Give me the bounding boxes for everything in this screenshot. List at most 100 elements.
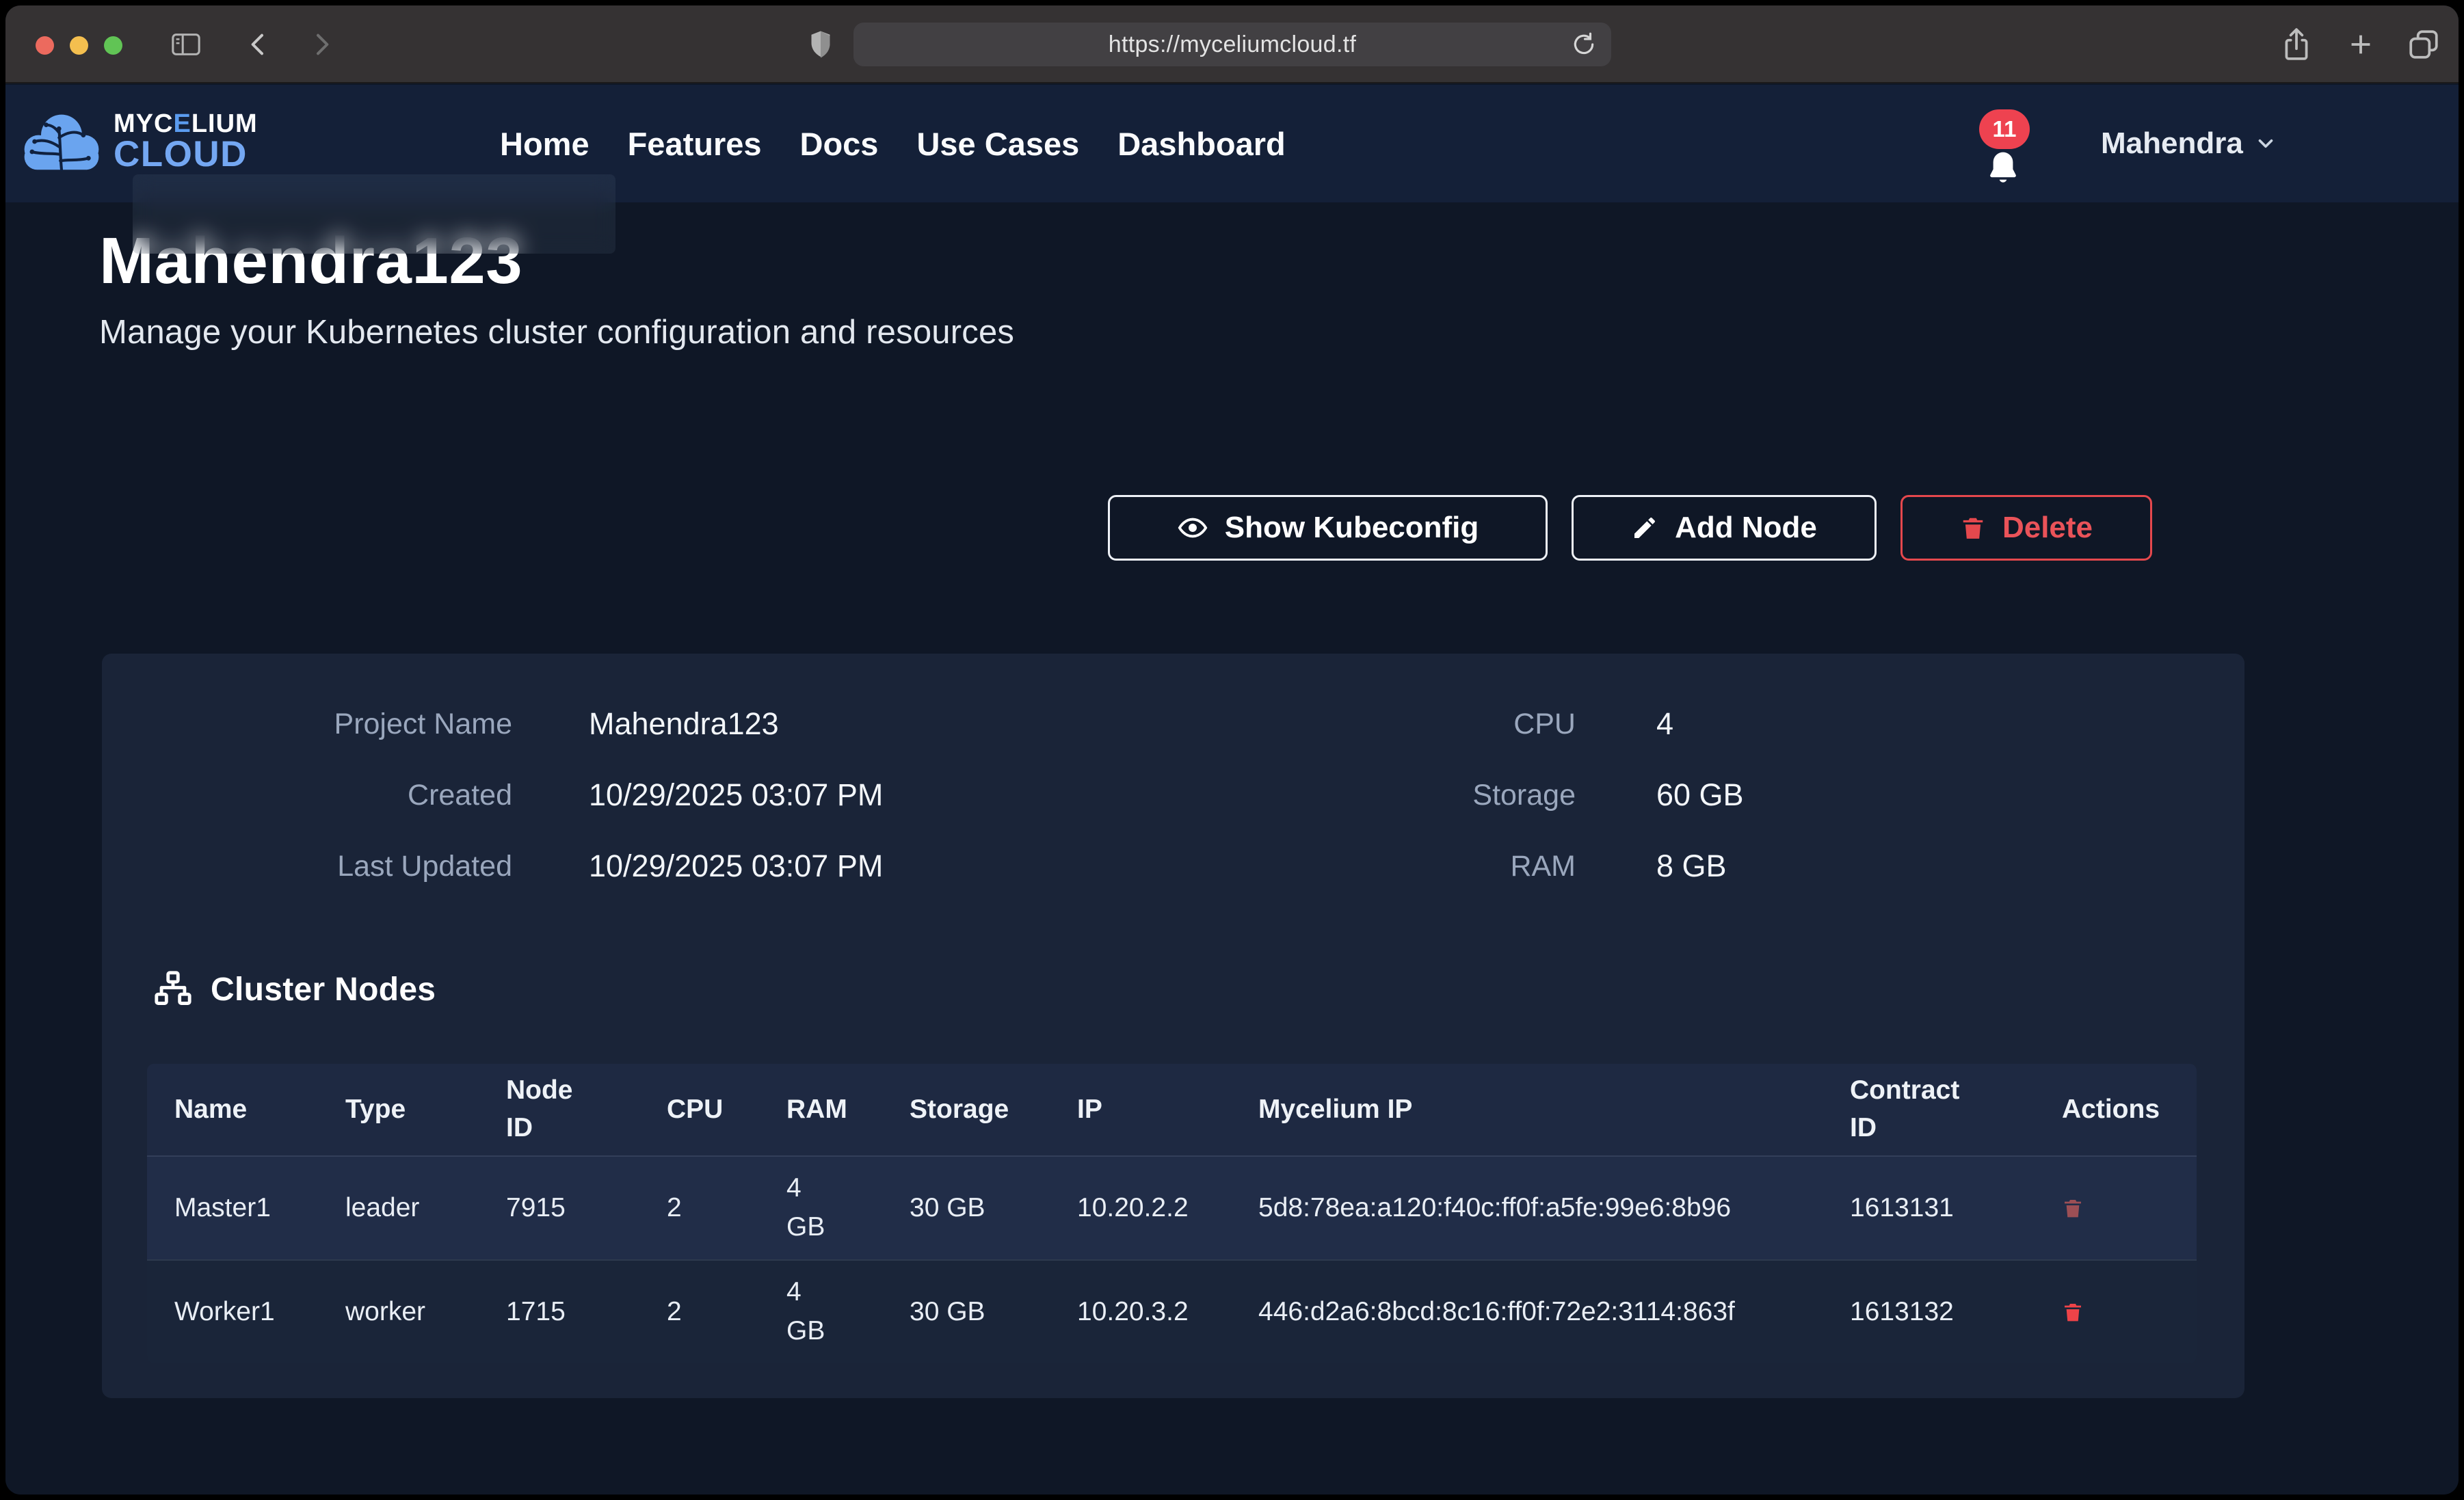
delete-node-button[interactable] bbox=[2062, 1299, 2084, 1325]
privacy-shield-icon bbox=[803, 5, 838, 83]
cluster-nodes-icon bbox=[153, 969, 193, 1009]
nav-link-docs[interactable]: Docs bbox=[800, 125, 879, 163]
new-tab-button[interactable] bbox=[2340, 5, 2381, 83]
col-header-ram: RAM bbox=[759, 1064, 882, 1155]
cell-ip: 10.20.2.2 bbox=[1050, 1157, 1231, 1259]
cell-mycelium-ip: 5d8:78ea:a120:f40c:ff0f:a5fe:99e6:8b96 bbox=[1231, 1157, 1823, 1259]
notification-badge: 11 bbox=[1979, 109, 2030, 149]
share-icon bbox=[2279, 25, 2314, 64]
mycelium-cloud-logo-icon bbox=[21, 109, 103, 174]
close-window-button[interactable] bbox=[36, 36, 54, 55]
delete-node-button[interactable] bbox=[2062, 1195, 2084, 1221]
pencil-icon bbox=[1631, 514, 1658, 541]
zoom-window-button[interactable] bbox=[104, 36, 122, 55]
back-icon bbox=[245, 31, 272, 58]
page-subtitle: Manage your Kubernetes cluster configura… bbox=[99, 313, 1014, 351]
cluster-info-grid: Project Name Mahendra123 CPU 4 Created 1… bbox=[102, 688, 2191, 902]
cell-node-id: 7915 bbox=[479, 1157, 639, 1259]
tab-overview-button[interactable] bbox=[2402, 5, 2446, 83]
brand-line-cloud: CLOUD bbox=[114, 136, 258, 172]
col-header-node-id: Node ID bbox=[479, 1064, 639, 1155]
cell-ip: 10.20.3.2 bbox=[1050, 1261, 1231, 1363]
nav-link-dashboard[interactable]: Dashboard bbox=[1117, 125, 1286, 163]
cluster-nodes-table: Name Type Node ID CPU RAM Storage IP Myc… bbox=[147, 1064, 2197, 1363]
cell-name: Worker1 bbox=[147, 1261, 318, 1363]
sidebar-toggle-button[interactable] bbox=[167, 5, 205, 83]
col-header-contract-id: Contract ID bbox=[1823, 1064, 2035, 1155]
info-label: Project Name bbox=[102, 688, 512, 760]
chevron-down-icon bbox=[2254, 132, 2277, 155]
cell-ram: 4 GB bbox=[759, 1261, 882, 1363]
info-label: Created bbox=[102, 760, 512, 831]
col-header-ip: IP bbox=[1050, 1064, 1231, 1155]
cell-mycelium-ip: 446:d2a6:8bcd:8c16:ff0f:72e2:3114:863f bbox=[1231, 1261, 1823, 1363]
info-value-project-name: Mahendra123 bbox=[512, 688, 1128, 760]
delete-cluster-button[interactable]: Delete bbox=[1900, 495, 2152, 561]
trash-icon bbox=[2062, 1195, 2084, 1221]
back-button[interactable] bbox=[241, 5, 276, 83]
col-header-storage: Storage bbox=[882, 1064, 1050, 1155]
col-header-name: Name bbox=[147, 1064, 318, 1155]
nav-link-features[interactable]: Features bbox=[628, 125, 762, 163]
reload-button[interactable] bbox=[1569, 29, 1599, 59]
notifications-button[interactable]: 11 bbox=[1975, 109, 2057, 197]
table-row: Master1 leader 7915 2 4 GB 30 GB 10.20.2… bbox=[147, 1155, 2197, 1259]
browser-titlebar: https://myceliumcloud.tf bbox=[5, 5, 2459, 83]
info-label: Last Updated bbox=[102, 831, 512, 902]
cell-actions bbox=[2035, 1261, 2197, 1363]
info-value-created: 10/29/2025 03:07 PM bbox=[512, 760, 1128, 831]
bell-icon bbox=[1984, 149, 2022, 189]
brand-logo[interactable]: MYCELIUM CLOUD bbox=[21, 109, 258, 174]
brand-e-mark: E bbox=[173, 109, 191, 138]
user-menu[interactable]: Mahendra bbox=[2101, 85, 2277, 202]
user-name: Mahendra bbox=[2101, 126, 2243, 161]
show-kubeconfig-button[interactable]: Show Kubeconfig bbox=[1108, 495, 1548, 561]
cell-ram: 4 GB bbox=[759, 1157, 882, 1259]
nav-link-home[interactable]: Home bbox=[500, 125, 589, 163]
minimize-window-button[interactable] bbox=[70, 36, 88, 55]
tab-overview-icon bbox=[2407, 27, 2441, 62]
url-text: https://myceliumcloud.tf bbox=[1109, 31, 1356, 58]
col-header-mycelium-ip: Mycelium IP bbox=[1231, 1064, 1823, 1155]
cell-storage: 30 GB bbox=[882, 1261, 1050, 1363]
info-value-storage: 60 GB bbox=[1576, 760, 2191, 831]
col-header-actions: Actions bbox=[2035, 1064, 2197, 1155]
trash-icon bbox=[1960, 515, 1986, 541]
web-page: Mahendra123 bbox=[5, 85, 2459, 1495]
share-button[interactable] bbox=[2275, 5, 2318, 83]
brand-wordmark: MYCELIUM CLOUD bbox=[114, 111, 258, 173]
add-node-button[interactable]: Add Node bbox=[1572, 495, 1877, 561]
reload-icon bbox=[1571, 31, 1597, 57]
cell-contract-id: 1613131 bbox=[1823, 1157, 2035, 1259]
cell-storage: 30 GB bbox=[882, 1157, 1050, 1259]
blur-overlay bbox=[133, 174, 615, 254]
sidebar-toggle-icon bbox=[170, 31, 202, 58]
eye-icon bbox=[1177, 512, 1208, 544]
info-label: CPU bbox=[1128, 688, 1576, 760]
cell-contract-id: 1613132 bbox=[1823, 1261, 2035, 1363]
info-value-cpu: 4 bbox=[1576, 688, 2191, 760]
cluster-nodes-title: Cluster Nodes bbox=[211, 971, 436, 1008]
col-header-type: Type bbox=[318, 1064, 479, 1155]
cluster-details-card: Project Name Mahendra123 CPU 4 Created 1… bbox=[102, 654, 2244, 1398]
cluster-nodes-header: Cluster Nodes bbox=[153, 969, 436, 1009]
nav-links: Home Features Docs Use Cases Dashboard bbox=[500, 85, 1286, 202]
cell-cpu: 2 bbox=[639, 1157, 759, 1259]
info-label: RAM bbox=[1128, 831, 1576, 902]
cell-name: Master1 bbox=[147, 1157, 318, 1259]
table-row: Worker1 worker 1715 2 4 GB 30 GB 10.20.3… bbox=[147, 1259, 2197, 1363]
col-header-cpu: CPU bbox=[639, 1064, 759, 1155]
info-value-ram: 8 GB bbox=[1576, 831, 2191, 902]
address-bar[interactable]: https://myceliumcloud.tf bbox=[853, 23, 1611, 66]
plus-icon bbox=[2345, 29, 2376, 60]
info-value-last-updated: 10/29/2025 03:07 PM bbox=[512, 831, 1128, 902]
cell-cpu: 2 bbox=[639, 1261, 759, 1363]
nav-link-use-cases[interactable]: Use Cases bbox=[916, 125, 1079, 163]
cell-type: leader bbox=[318, 1157, 479, 1259]
info-label: Storage bbox=[1128, 760, 1576, 831]
forward-button[interactable] bbox=[304, 5, 339, 83]
cell-actions bbox=[2035, 1157, 2197, 1259]
cluster-toolbar: Show Kubeconfig Add Node Delete bbox=[1108, 495, 2152, 561]
cell-node-id: 1715 bbox=[479, 1261, 639, 1363]
forward-icon bbox=[308, 31, 335, 58]
